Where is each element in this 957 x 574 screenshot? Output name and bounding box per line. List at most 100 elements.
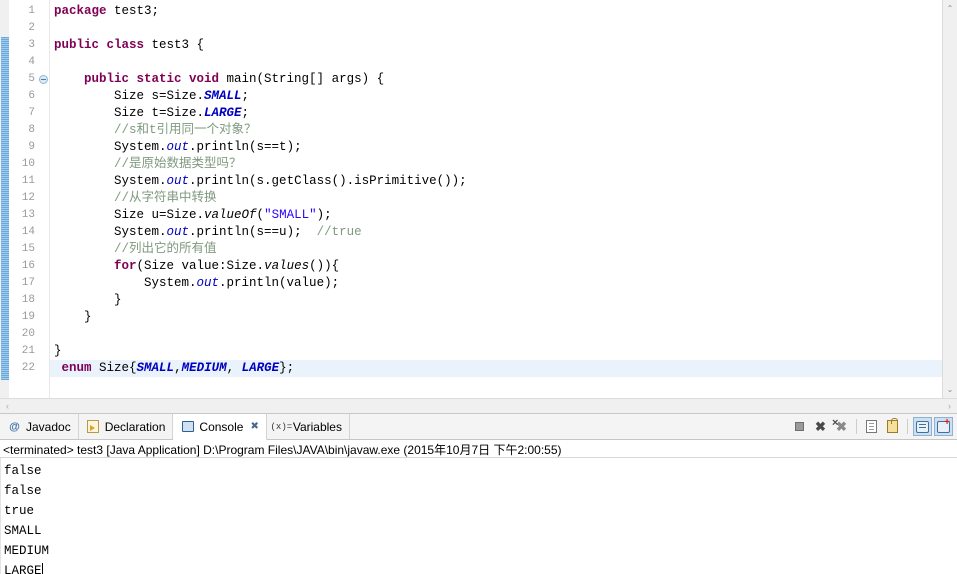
scroll-left-icon[interactable]: ‹ (6, 401, 9, 411)
console-line-text: SMALL (4, 524, 42, 538)
code-line[interactable]: System.out.println(value); (50, 275, 942, 292)
line-number: 14 (21, 226, 35, 238)
editor-vertical-scrollbar[interactable]: ⌃ ⌄ (942, 0, 957, 398)
code-token: values (264, 259, 310, 273)
scroll-lock-button[interactable] (883, 417, 902, 436)
code-line[interactable]: Size u=Size.valueOf("SMALL"); (50, 207, 942, 224)
code-token: LARGE (241, 361, 280, 375)
code-token: ()){ (309, 259, 340, 273)
code-line[interactable]: System.out.println(s==u); //true (50, 224, 942, 241)
tab-console[interactable]: Console ✖ (173, 414, 267, 440)
line-number: 21 (21, 345, 35, 357)
fold-slot (37, 224, 49, 241)
editor-body: 1 2 3 4 5 6 7 8 9 10 11 12 13 14 15 16 17 18 19 20 21 22 pack… (0, 0, 957, 398)
tab-variables[interactable]: (x)= Variables (266, 414, 350, 439)
at-icon: @ (9, 420, 20, 433)
pin-icon (916, 420, 929, 433)
console-line-text: LARGE (4, 564, 42, 574)
remove-all-launches-button[interactable]: ✖ (832, 417, 851, 436)
line-number: 20 (21, 328, 35, 340)
console-line-text: true (4, 504, 35, 518)
fold-slot (37, 309, 49, 326)
java-editor: 1 2 3 4 5 6 7 8 9 10 11 12 13 14 15 16 17 18 19 20 21 22 pack… (0, 0, 957, 414)
folding-ruler[interactable] (37, 0, 50, 398)
line-number: 6 (28, 90, 35, 102)
fold-slot (37, 88, 49, 105)
code-line[interactable]: package test3; (50, 3, 942, 20)
code-token: System. (54, 225, 167, 239)
tab-javadoc[interactable]: @ Javadoc (0, 414, 79, 439)
code-line[interactable]: } (50, 292, 942, 309)
code-line[interactable]: public static void main(String[] args) { (50, 71, 942, 88)
line-number: 17 (21, 277, 35, 289)
code-line[interactable]: //从字符串中转换 (50, 190, 942, 207)
code-token: "SMALL" (264, 208, 317, 222)
variables-icon: (x)= (270, 421, 293, 432)
fold-slot (37, 54, 49, 71)
remove-launch-button[interactable]: ✖ (811, 417, 830, 436)
code-line[interactable]: } (50, 309, 942, 326)
code-line[interactable] (50, 326, 942, 343)
terminate-button[interactable] (790, 417, 809, 436)
console-line: MEDIUM (4, 541, 957, 561)
editor-horizontal-scrollbar[interactable]: ‹ › (0, 398, 957, 413)
code-line[interactable]: for(Size value:Size.values()){ (50, 258, 942, 275)
code-line[interactable]: //s和t引用同一个对象？ (50, 122, 942, 139)
code-line[interactable] (50, 54, 942, 71)
fold-slot (37, 173, 49, 190)
tab-label: Console (199, 419, 244, 434)
code-token: .println(value); (219, 276, 340, 290)
line-number: 4 (28, 56, 35, 68)
console-line: false (4, 461, 957, 481)
code-token: SMALL (136, 361, 175, 375)
stop-icon (795, 422, 804, 431)
code-line[interactable]: System.out.println(s.getClass().isPrimit… (50, 173, 942, 190)
code-line[interactable] (50, 20, 942, 37)
code-line[interactable]: Size s=Size.SMALL; (50, 88, 942, 105)
fold-slot (37, 37, 49, 54)
code-line[interactable]: public class test3 { (50, 37, 942, 54)
code-token: out (166, 140, 190, 154)
clear-console-button[interactable] (862, 417, 881, 436)
line-number: 22 (21, 362, 35, 374)
fold-slot (37, 258, 49, 275)
code-line[interactable]: System.out.println(s==t); (50, 139, 942, 156)
code-line[interactable]: enum Size{SMALL,MEDIUM, LARGE}; (50, 360, 942, 377)
console-output[interactable]: false false true SMALL MEDIUM LARGE (0, 458, 957, 574)
code-token: ; (241, 89, 250, 103)
console-line: false (4, 481, 957, 501)
double-x-icon: ✖ (832, 418, 847, 433)
scroll-right-icon[interactable]: › (948, 401, 951, 411)
scroll-up-icon[interactable]: ⌃ (944, 2, 957, 15)
code-line[interactable]: } (50, 343, 942, 360)
code-line[interactable]: //列出它的所有值 (50, 241, 942, 258)
collapse-icon[interactable] (39, 75, 48, 84)
code-token: System. (54, 276, 197, 290)
code-token: //从字符串中转换 (54, 191, 217, 205)
close-icon[interactable]: ✖ (250, 421, 258, 432)
open-console-button[interactable] (934, 417, 953, 436)
line-number: 19 (21, 311, 35, 323)
code-token: for (114, 259, 137, 273)
fold-toggle[interactable] (37, 71, 49, 88)
change-ruler (0, 0, 10, 398)
code-token: System. (54, 174, 167, 188)
code-line[interactable]: //是原始数据类型吗？ (50, 156, 942, 173)
code-token: , (226, 361, 242, 375)
line-number: 9 (28, 141, 35, 153)
code-token: out (166, 225, 190, 239)
scroll-down-icon[interactable]: ⌄ (944, 383, 957, 396)
code-line[interactable]: Size t=Size.LARGE; (50, 105, 942, 122)
pin-console-button[interactable] (913, 417, 932, 436)
fold-slot (37, 105, 49, 122)
console-line-text: MEDIUM (4, 544, 50, 558)
code-text-area[interactable]: package test3; public class test3 { publ… (50, 0, 942, 398)
code-token: //s和t引用同一个对象？ (54, 123, 257, 137)
code-token: Size{ (91, 361, 137, 375)
code-token: ; (241, 106, 250, 120)
view-tab-bar: @ Javadoc Declaration Console ✖ (x)= Variables… (0, 414, 957, 440)
new-console-icon (937, 417, 950, 433)
tab-declaration[interactable]: Declaration (78, 414, 174, 439)
